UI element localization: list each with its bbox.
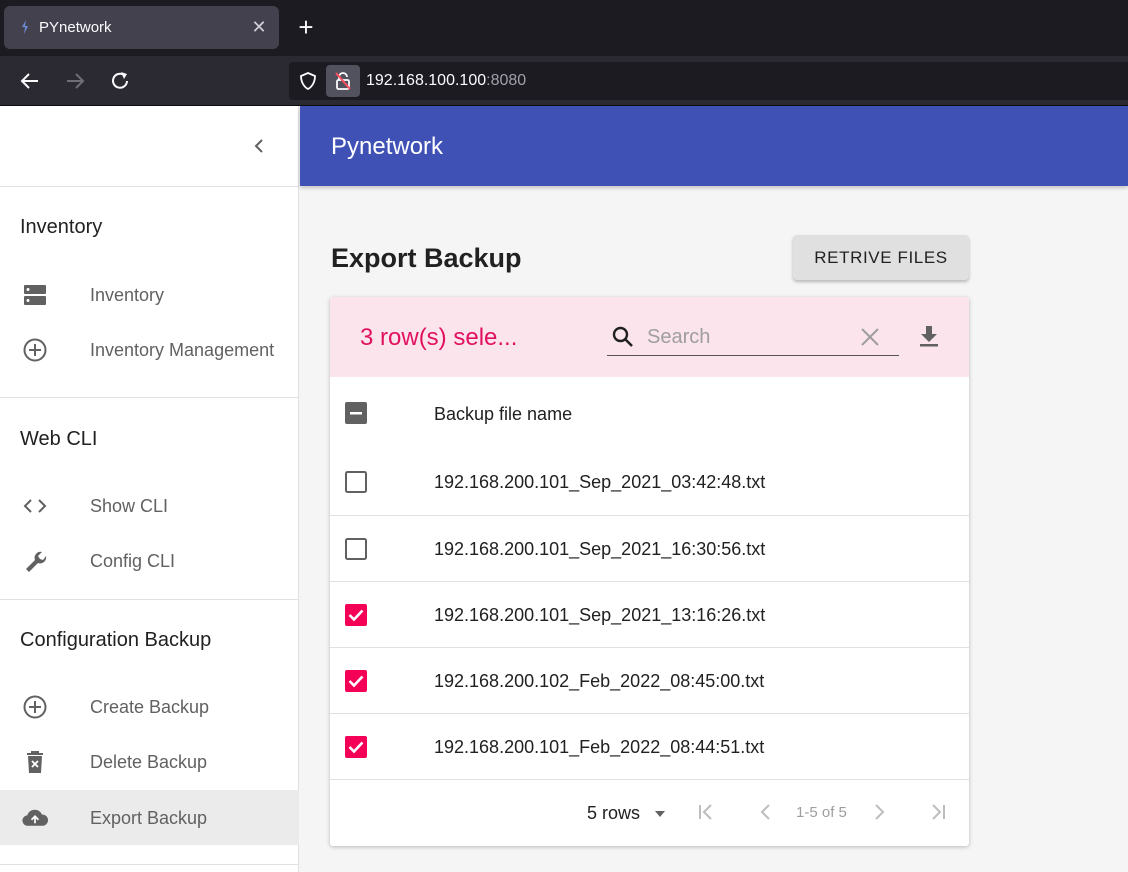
tab-title: PYnetwork (39, 19, 112, 36)
row-checkbox-checked[interactable] (344, 669, 368, 693)
selected-count: 3 row(s) sele... (360, 324, 518, 351)
row-checkbox-checked[interactable] (344, 735, 368, 759)
app-bar: Pynetwork (300, 106, 1128, 186)
insecure-lock-icon[interactable] (326, 65, 360, 97)
sidebar-item-label: Create Backup (90, 697, 210, 717)
browser-tab-bar: PYnetwork ✕ + (0, 0, 1128, 56)
sidebar-divider (0, 186, 299, 187)
row-checkbox[interactable] (344, 470, 368, 494)
reload-icon[interactable] (108, 69, 132, 93)
sidebar-heading-web-cli: Web CLI (20, 428, 98, 450)
table-toolbar: 3 row(s) sele... (330, 297, 969, 377)
add-circle-icon (23, 338, 47, 362)
sidebar-heading-configuration-backup: Configuration Backup (20, 629, 212, 651)
first-page-icon[interactable] (694, 800, 718, 824)
table-row[interactable]: 192.168.200.101_Sep_2021_16:30:56.txt (330, 515, 969, 581)
last-page-icon[interactable] (926, 800, 950, 824)
row-checkbox-checked[interactable] (344, 603, 368, 627)
table-header: Backup file name (330, 377, 969, 449)
server-icon (24, 285, 46, 305)
rows-per-page-select[interactable]: 5 rows (587, 802, 640, 824)
sidebar-divider (0, 864, 299, 865)
column-header-backup-file-name[interactable]: Backup file name (434, 403, 572, 425)
table-row[interactable]: 192.168.200.101_Sep_2021_03:42:48.txt (330, 449, 969, 515)
sidebar-item-label: Delete Backup (90, 752, 208, 772)
page-title: Export Backup (331, 243, 522, 273)
sidebar-heading-inventory: Inventory (20, 216, 103, 238)
sidebar-item-label: Config CLI (90, 551, 176, 571)
delete-forever-icon (27, 751, 43, 773)
sidebar-item-show-cli[interactable]: Show CLI (0, 478, 299, 533)
download-icon[interactable] (918, 324, 940, 348)
wrench-icon (26, 551, 47, 572)
sidebar-divider (0, 397, 299, 398)
sidebar-item-config-cli[interactable]: Config CLI (0, 533, 299, 588)
table-row[interactable]: 192.168.200.102_Feb_2022_08:45:00.txt (330, 647, 969, 713)
sidebar-item-inventory-management[interactable]: Inventory Management (0, 322, 299, 377)
backup-file-name: 192.168.200.101_Sep_2021_16:30:56.txt (434, 539, 766, 559)
select-all-checkbox[interactable] (344, 401, 368, 425)
previous-page-icon[interactable] (754, 800, 778, 824)
table-pagination: 5 rows 1-5 of 5 (330, 779, 969, 846)
sidebar-item-delete-backup[interactable]: Delete Backup (0, 734, 299, 789)
backup-file-name: 192.168.200.101_Feb_2022_08:44:51.txt (434, 737, 765, 757)
sidebar-item-label: Show CLI (90, 496, 169, 516)
sidebar-item-label: Inventory Management (90, 340, 275, 360)
forward-arrow-icon[interactable] (63, 69, 87, 93)
sidebar-item-label: Export Backup (90, 808, 208, 828)
table-row[interactable]: 192.168.200.101_Sep_2021_13:16:26.txt (330, 581, 969, 647)
code-icon (23, 499, 47, 513)
clear-search-icon[interactable] (859, 326, 881, 348)
app-title: Pynetwork (331, 133, 444, 160)
new-tab-icon[interactable]: + (294, 14, 318, 42)
next-page-icon[interactable] (867, 800, 891, 824)
browser-tab[interactable]: PYnetwork ✕ (4, 6, 279, 49)
browser-nav-bar: 192.168.100.100:8080 (0, 56, 1128, 106)
sidebar-item-inventory[interactable]: Inventory (0, 267, 299, 322)
broken-lock-glyph (335, 72, 351, 90)
backup-file-name: 192.168.200.102_Feb_2022_08:45:00.txt (434, 671, 765, 691)
backup-file-name: 192.168.200.101_Sep_2021_13:16:26.txt (434, 605, 766, 625)
row-checkbox[interactable] (344, 537, 368, 561)
close-tab-icon[interactable]: ✕ (250, 18, 268, 36)
url-host: 192.168.100.100 (366, 72, 487, 89)
tracking-shield-icon[interactable] (299, 72, 317, 90)
add-circle-icon (23, 695, 47, 719)
backup-table-card: 3 row(s) sele... Backup file name 192.16… (330, 297, 969, 846)
page-info: 1-5 of 5 (796, 804, 847, 821)
python-favicon-icon (22, 20, 28, 34)
address-bar[interactable]: 192.168.100.100:8080 (289, 62, 1128, 100)
caret-down-icon[interactable] (652, 806, 668, 822)
sidebar-item-label: Inventory (90, 285, 165, 305)
retrieve-files-button[interactable]: RETRIVE FILES (793, 235, 969, 280)
table-row[interactable]: 192.168.200.101_Feb_2022_08:44:51.txt (330, 713, 969, 779)
back-arrow-icon[interactable] (18, 69, 42, 93)
sidebar-divider (0, 599, 299, 600)
sidebar-item-export-backup[interactable]: Export Backup (0, 790, 299, 845)
search-input[interactable] (647, 324, 847, 350)
sidebar-item-create-backup[interactable]: Create Backup (0, 679, 299, 734)
search-icon (612, 326, 633, 347)
url-port: :8080 (486, 72, 527, 89)
search-field[interactable] (607, 319, 899, 356)
backup-file-name: 192.168.200.101_Sep_2021_03:42:48.txt (434, 472, 766, 492)
chevron-left-icon[interactable] (249, 136, 269, 156)
url-text[interactable]: 192.168.100.100:8080 (366, 72, 526, 90)
sidebar: Inventory Inventory Inventory Management… (0, 106, 299, 872)
cloud-upload-icon (22, 809, 48, 826)
